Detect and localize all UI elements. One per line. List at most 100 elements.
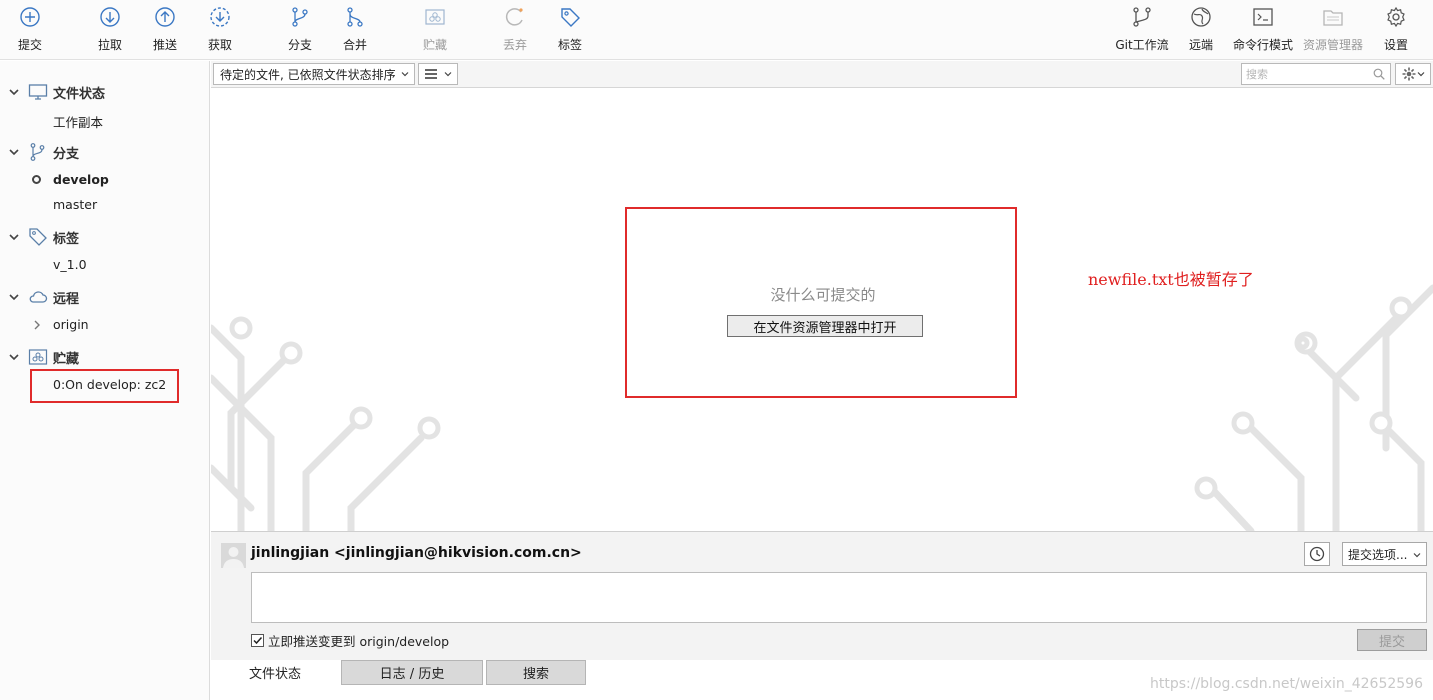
remote-button[interactable]: 远端	[1185, 6, 1217, 56]
chevron-down-icon	[1417, 72, 1425, 77]
sidebar-section-remotes[interactable]: 远程	[8, 287, 79, 307]
sidebar-section-file-status[interactable]: 文件状态	[8, 82, 105, 102]
annotation-text: newfile.txt也被暂存了	[1088, 270, 1254, 289]
current-branch-indicator	[32, 175, 41, 184]
globe-icon	[1191, 7, 1211, 27]
search-icon	[1373, 68, 1385, 80]
commit-history-button[interactable]	[1304, 542, 1330, 566]
clock-icon	[1309, 546, 1325, 562]
discard-label: 丢弃	[502, 38, 527, 52]
checkbox-box[interactable]	[251, 634, 264, 647]
plus-circle-icon	[20, 7, 40, 27]
sidebar-section-tags[interactable]: 标签	[8, 227, 79, 247]
sidebar-section-label: 标签	[53, 231, 80, 247]
commit-options-label: 提交选项...	[1348, 547, 1408, 562]
terminal-button[interactable]: 命令行模式	[1232, 6, 1294, 56]
chevron-down-icon	[9, 234, 19, 241]
commit-panel: jinlingjian <jinlingjian@hikvision.com.c…	[211, 531, 1433, 660]
search-input[interactable]: 搜索	[1241, 63, 1391, 85]
sidebar: 文件状态 工作副本 分支 develop master 标签 v_1.0 远程 …	[0, 61, 210, 700]
sidebar-section-label: 远程	[53, 291, 80, 307]
chevron-down-icon	[9, 294, 19, 301]
commit-toolbar-label: 提交	[17, 38, 42, 52]
sidebar-section-label: 文件状态	[53, 86, 106, 102]
view-mode-dropdown[interactable]	[418, 63, 458, 85]
discard-button[interactable]: 丢弃	[499, 6, 531, 56]
chevron-down-icon	[1413, 553, 1421, 558]
merge-button[interactable]: 合并	[339, 6, 371, 56]
git-flow-label: Git工作流	[1115, 38, 1169, 52]
chevron-down-icon	[9, 149, 19, 156]
commit-options-dropdown[interactable]: 提交选项...	[1342, 542, 1427, 566]
gear-icon	[1402, 67, 1416, 81]
tag-button[interactable]: 标签	[554, 6, 586, 56]
git-flow-icon	[1133, 7, 1151, 27]
file-sort-label: 待定的文件, 已依照文件状态排序	[220, 67, 396, 82]
chevron-down-icon	[444, 72, 452, 77]
watermark-text: https://blog.csdn.net/weixin_42652596	[1149, 676, 1423, 692]
toolbar: 提交 拉取 推送 获取 分支 合并 贮藏 丢弃 标签 Git工作流 远端 命令行…	[0, 0, 1433, 60]
list-icon	[425, 69, 437, 79]
stash-button[interactable]: 贮藏	[419, 6, 451, 56]
push-immediately-label: 立即推送变更到 origin/develop	[268, 634, 450, 649]
sourcetree-window: 提交 拉取 推送 获取 分支 合并 贮藏 丢弃 标签 Git工作流 远端 命令行…	[0, 0, 1433, 700]
user-icon	[223, 547, 244, 568]
commit-author: jinlingjian <jinlingjian@hikvision.com.c…	[251, 545, 582, 561]
explorer-button[interactable]: 资源管理器	[1302, 6, 1364, 56]
tag-icon	[561, 8, 580, 27]
fetch-icon	[210, 7, 230, 27]
chevron-right-icon[interactable]	[32, 320, 42, 330]
tab-file-status[interactable]: 文件状态	[211, 660, 339, 685]
merge-icon	[347, 7, 363, 27]
chevron-down-icon	[9, 354, 19, 361]
nothing-to-commit-highlight: 没什么可提交的 在文件资源管理器中打开	[625, 207, 1017, 398]
explorer-label: 资源管理器	[1302, 38, 1363, 52]
push-immediately-checkbox[interactable]: 立即推送变更到 origin/develop	[251, 631, 449, 650]
stash-icon	[425, 9, 445, 25]
options-dropdown[interactable]	[1395, 63, 1431, 85]
commit-toolbar-button[interactable]: 提交	[14, 6, 46, 56]
fetch-button[interactable]: 获取	[204, 6, 236, 56]
monitor-icon	[28, 84, 48, 100]
pull-button[interactable]: 拉取	[94, 6, 126, 56]
sidebar-item-working-copy[interactable]: 工作副本	[53, 112, 103, 131]
staged-files-area: 没什么可提交的 在文件资源管理器中打开 newfile.txt也被暂存了	[211, 88, 1433, 531]
sidebar-item-tag[interactable]: v_1.0	[53, 257, 87, 272]
cloud-icon	[29, 291, 48, 303]
branch-icon	[292, 7, 308, 27]
stash-label: 贮藏	[422, 38, 447, 52]
arrow-up-circle-icon	[155, 7, 175, 27]
branch-icon	[30, 143, 45, 161]
sidebar-section-branches[interactable]: 分支	[8, 142, 79, 162]
nothing-to-commit-text: 没什么可提交的	[770, 286, 876, 304]
sidebar-item-branch-develop[interactable]: develop	[53, 172, 109, 187]
sidebar-section-label: 分支	[53, 146, 80, 162]
stash-icon	[28, 349, 48, 365]
push-button[interactable]: 推送	[149, 6, 181, 56]
sidebar-item-stash[interactable]: 0:On develop: zc2	[53, 377, 166, 392]
tab-search[interactable]: 搜索	[486, 660, 586, 685]
arrow-down-circle-icon	[100, 7, 120, 27]
sidebar-section-stashes[interactable]: 贮藏	[8, 347, 79, 367]
terminal-label: 命令行模式	[1232, 38, 1293, 52]
discard-icon	[505, 8, 523, 26]
git-flow-button[interactable]: Git工作流	[1112, 6, 1172, 56]
branch-button[interactable]: 分支	[284, 6, 316, 56]
terminal-icon	[1253, 8, 1273, 26]
commit-message-input[interactable]	[251, 572, 1427, 623]
chevron-down-icon	[401, 72, 409, 77]
sidebar-item-remote-origin[interactable]: origin	[53, 317, 89, 332]
commit-button[interactable]: 提交	[1357, 629, 1427, 651]
open-in-explorer-button[interactable]: 在文件资源管理器中打开	[727, 315, 923, 337]
settings-label: 设置	[1383, 38, 1408, 52]
settings-button[interactable]: 设置	[1380, 6, 1412, 56]
branch-label: 分支	[287, 38, 312, 52]
folder-icon	[1323, 10, 1343, 26]
search-placeholder: 搜索	[1246, 68, 1268, 81]
remote-label: 远端	[1188, 38, 1213, 52]
checkmark-icon	[253, 636, 263, 645]
fetch-label: 获取	[207, 38, 232, 52]
sidebar-item-branch-master[interactable]: master	[53, 197, 97, 212]
file-sort-dropdown[interactable]: 待定的文件, 已依照文件状态排序	[213, 63, 415, 85]
tab-log-history[interactable]: 日志 / 历史	[341, 660, 483, 685]
